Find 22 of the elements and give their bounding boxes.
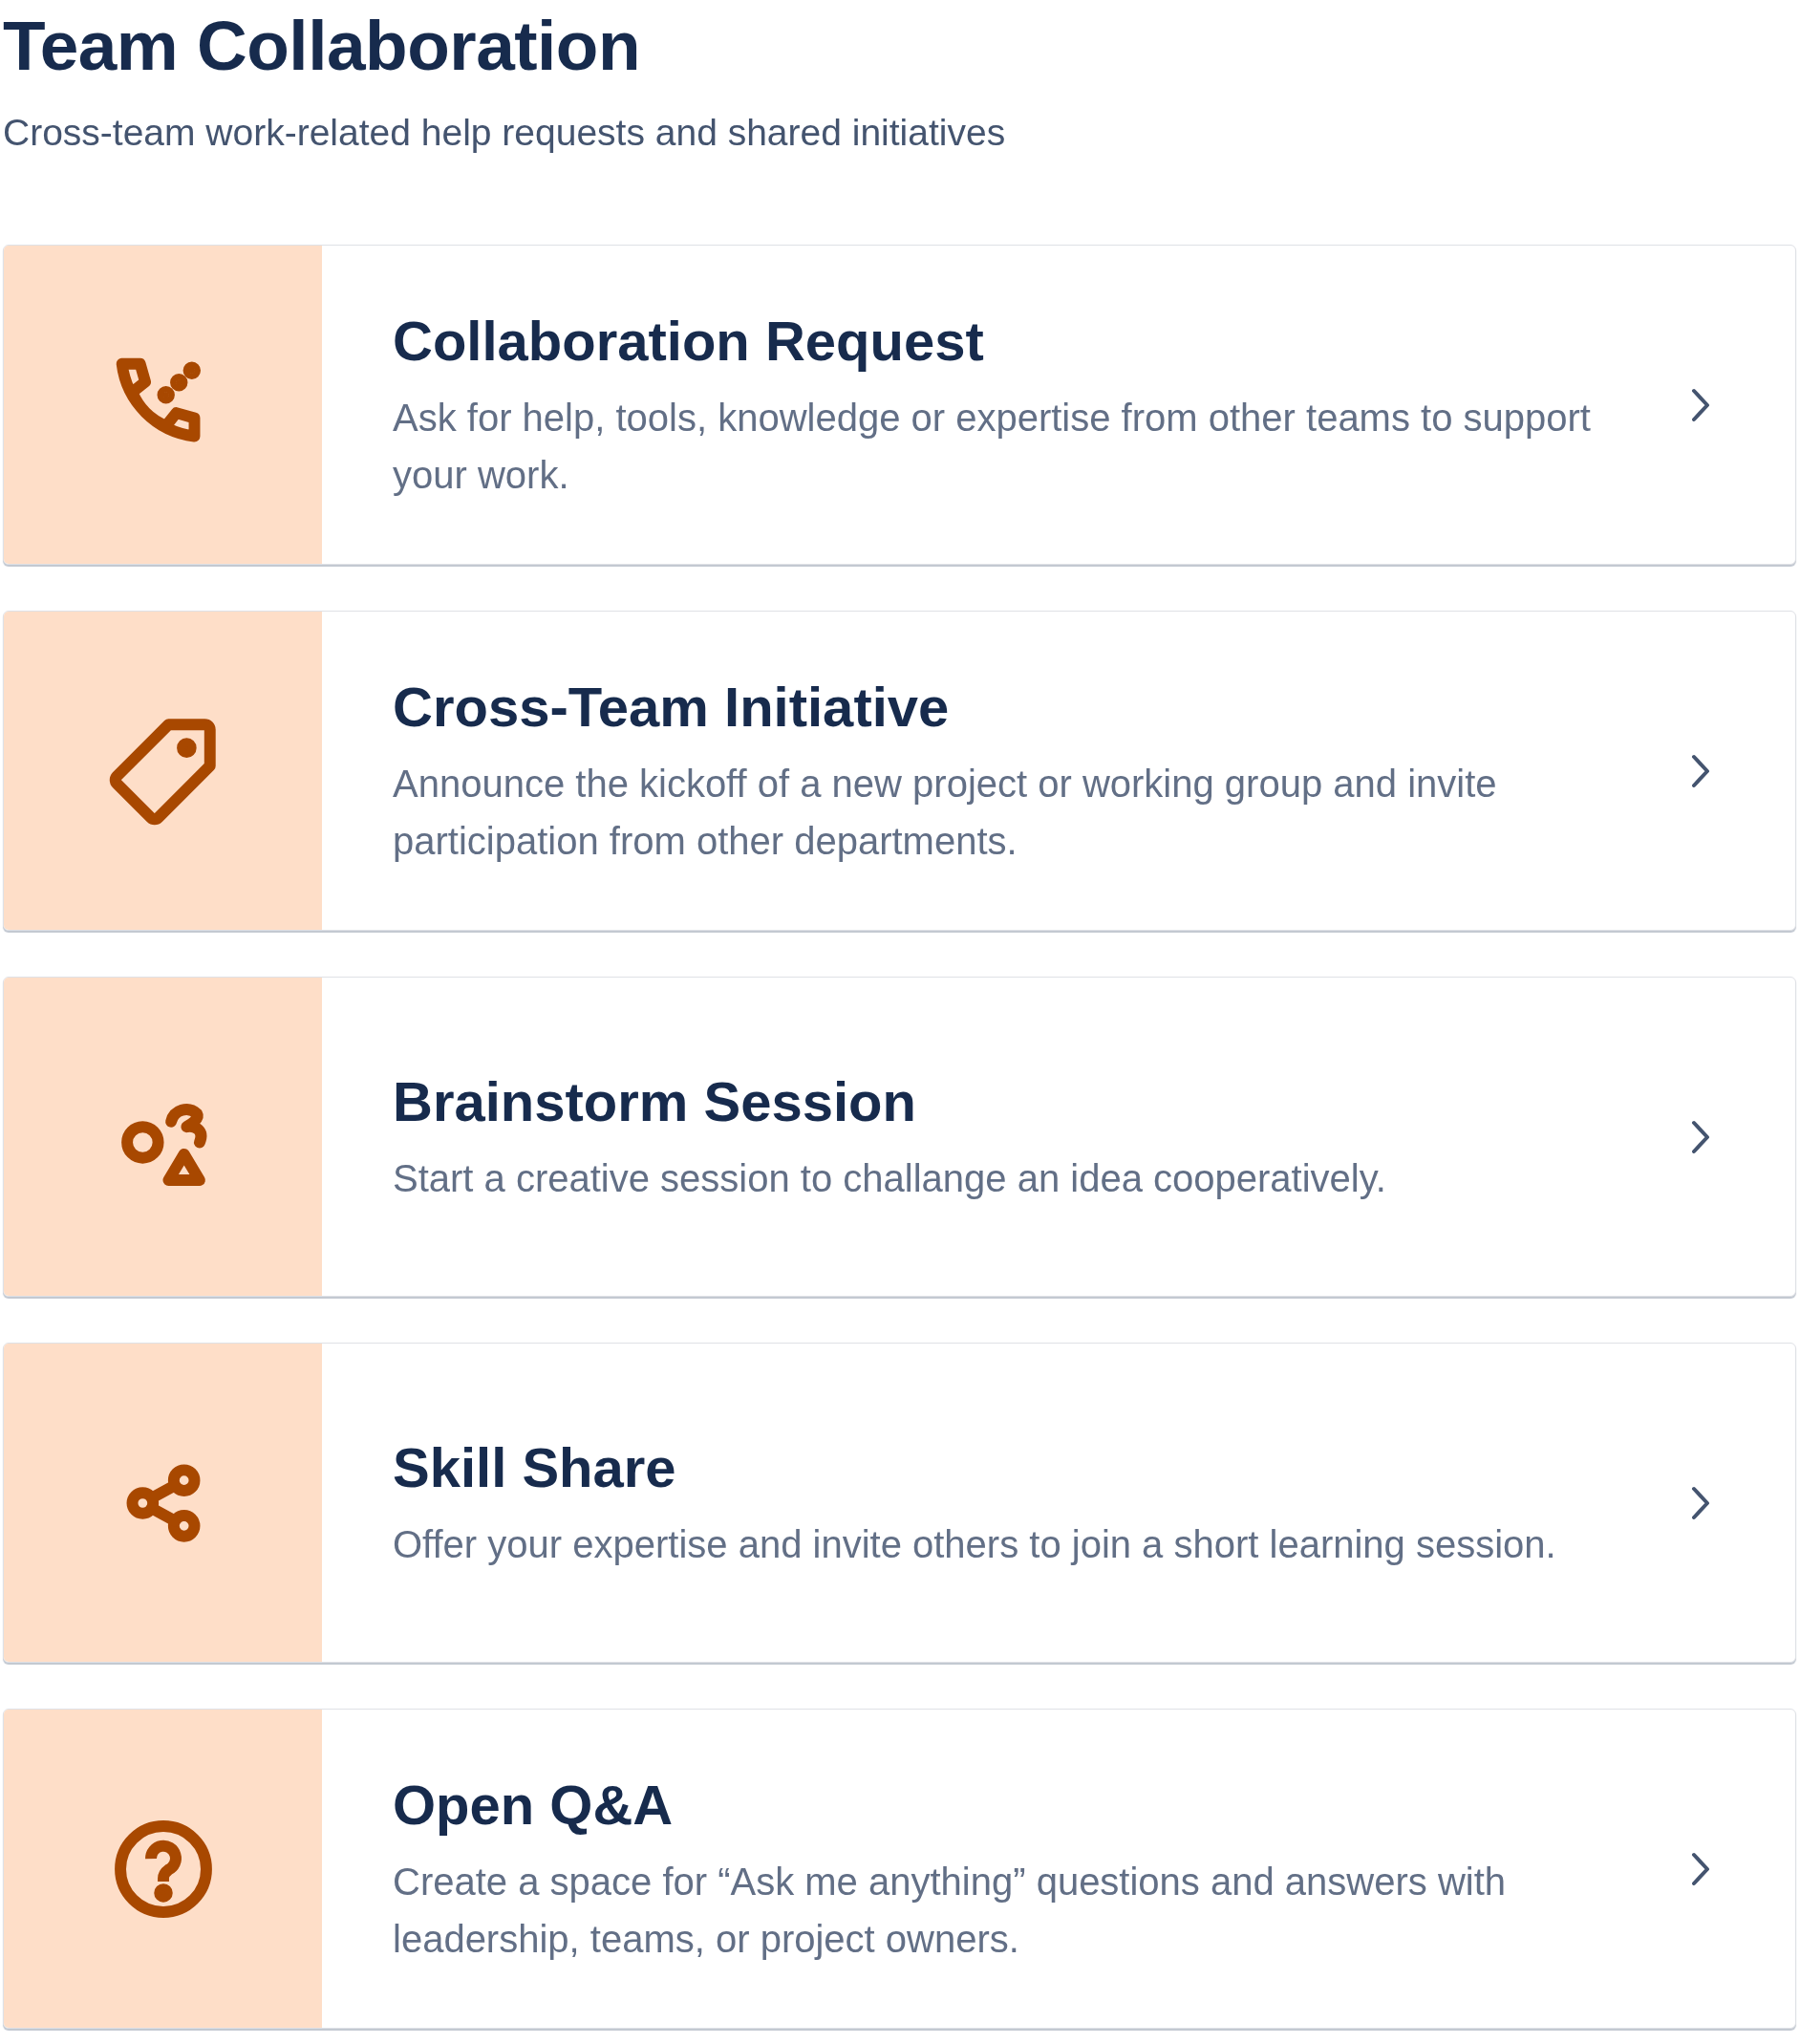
card-title: Skill Share [393, 1434, 677, 1500]
chevron-right-icon [1690, 752, 1711, 789]
chevron-right-icon [1690, 386, 1711, 423]
card-title: Brainstorm Session [393, 1068, 917, 1134]
option-card[interactable]: Skill Share Offer your expertise and invite others to join a short learning session. [3, 1343, 1796, 1663]
chevron-right-icon [1690, 1118, 1711, 1155]
card-title: Open Q&A [393, 1772, 675, 1838]
page-subtitle: Cross-team work-related help requests and shared initiatives [3, 111, 1007, 155]
card-description: Offer your expertise and invite others to join a short learning session. [393, 1521, 1557, 1567]
option-card[interactable]: Cross-Team Initiative Announce the kickoff of a new project or working group and invite participation from other departments. [3, 611, 1796, 931]
option-card[interactable]: Collaboration Request Ask for help, tools, knowledge or expertise from other teams to support your work. [3, 245, 1796, 565]
card-description: Start a creative session to challange an idea cooperatively. [393, 1155, 1387, 1201]
card-title: Collaboration Request [393, 308, 985, 374]
card-title: Cross-Team Initiative [393, 674, 951, 740]
option-card[interactable]: Open Q&A Create a space for “Ask me anything” questions and answers with leadership, teams, or project owners. [3, 1709, 1796, 2029]
option-card[interactable]: Brainstorm Session Start a creative session to challange an idea cooperatively. [3, 977, 1796, 1297]
card-description: Create a space for “Ask me anything” questions and answers with leadership, teams, or project owners. [393, 1859, 1508, 1962]
chevron-right-icon [1690, 1484, 1711, 1521]
chevron-right-icon [1690, 1850, 1711, 1887]
card-description: Announce the kickoff of a new project or working group and invite participation from other departments. [393, 761, 1498, 864]
page-title: Team Collaboration [3, 6, 641, 86]
card-description: Ask for help, tools, knowledge or expertise from other teams to support your work. [393, 395, 1592, 498]
